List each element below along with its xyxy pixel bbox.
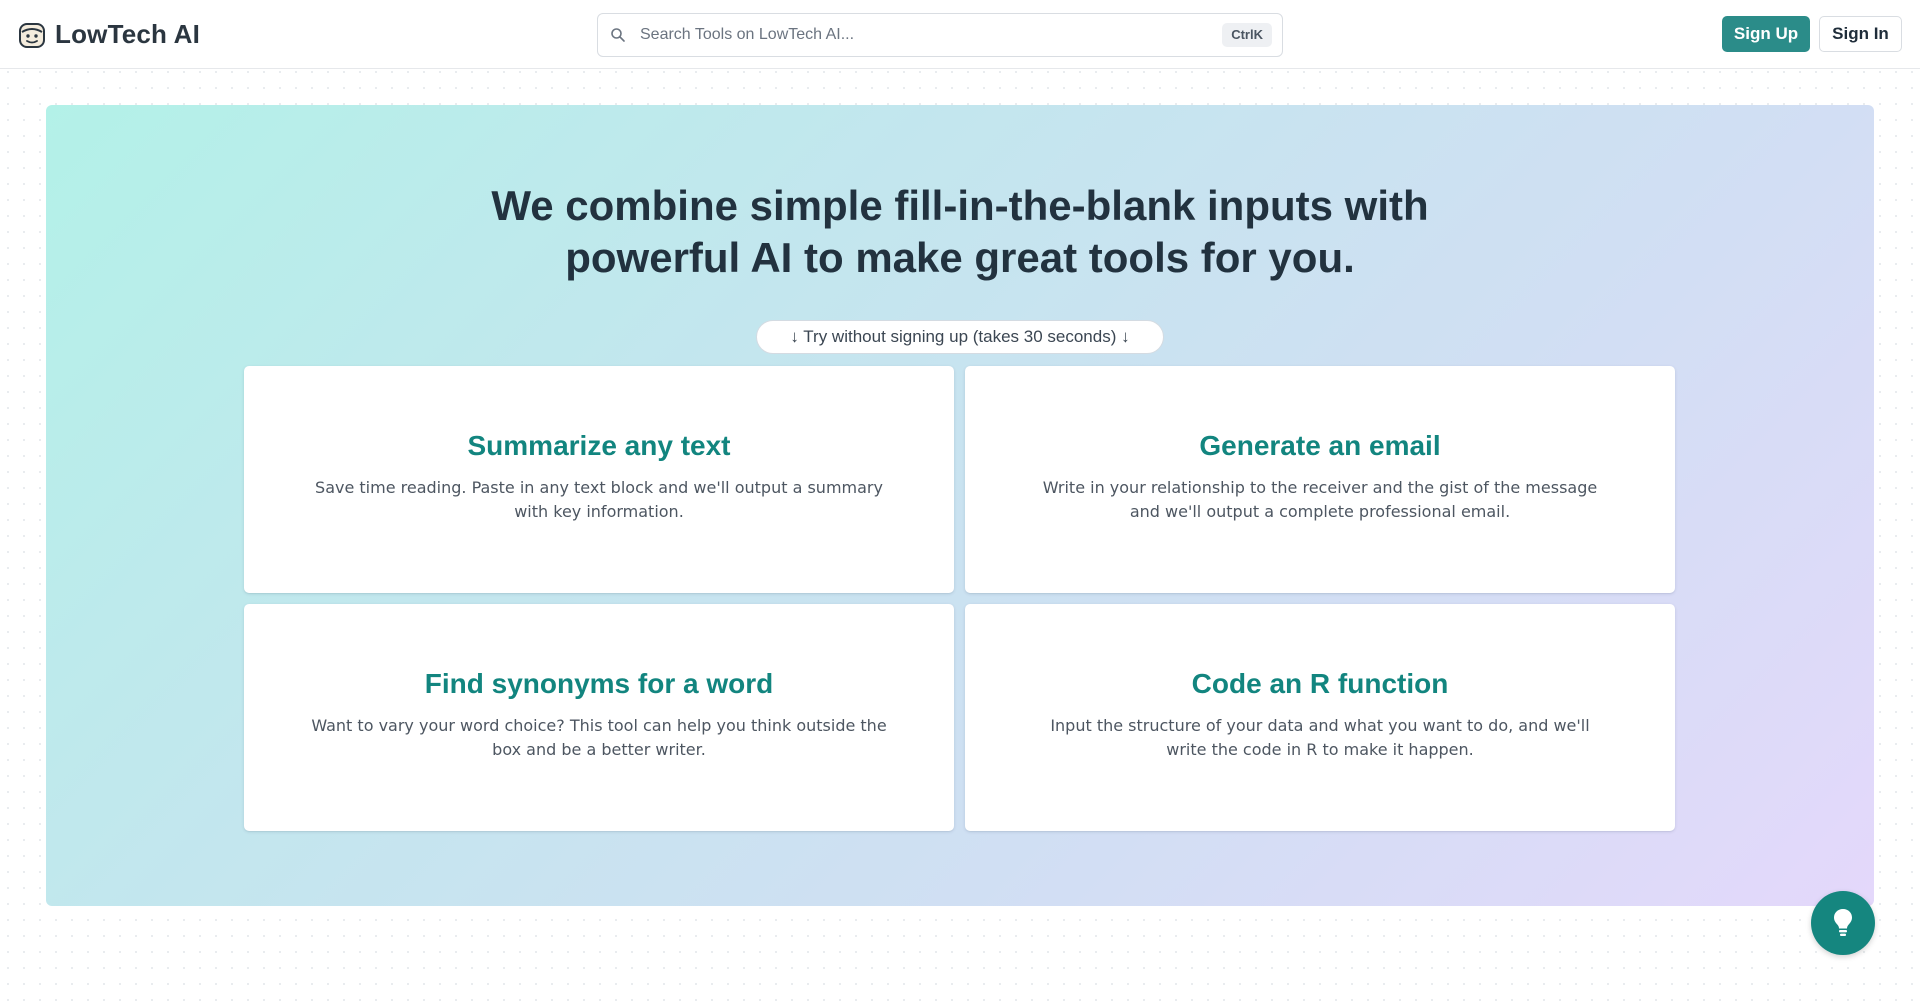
hero-title-line-2: powerful AI to make great tools for you. [565,234,1355,281]
tool-card-description: Input the structure of your data and wha… [1050,716,1590,759]
tool-card-description: Want to vary your word choice? This tool… [311,716,887,759]
brand-logo[interactable]: LowTech AI [18,19,200,50]
sign-up-button[interactable]: Sign Up [1722,16,1810,52]
tool-card-title: Code an R function [1191,668,1449,699]
search-input[interactable] [632,14,1192,56]
tool-card-title: Summarize any text [467,430,731,461]
tool-card-description: Save time reading. Paste in any text blo… [315,478,883,521]
brand-name: LowTech AI [55,19,200,49]
tool-card-r-function[interactable]: Code an R function Input the structure o… [965,604,1675,831]
hero-title: We combine simple fill-in-the-blank inpu… [46,180,1874,284]
feedback-button[interactable] [1811,891,1875,955]
top-header: LowTech AI CtrlK Sign Up Sign In [0,0,1920,69]
hero-section: We combine simple fill-in-the-blank inpu… [46,105,1874,906]
tool-card-title: Generate an email [1199,430,1441,461]
lightbulb-icon [1834,909,1852,936]
try-without-signup-link[interactable]: ↓ Try without signing up (takes 30 secon… [756,320,1164,354]
hero-title-line-1: We combine simple fill-in-the-blank inpu… [491,182,1429,229]
robot-face-icon [19,22,45,48]
tool-card-email[interactable]: Generate an email Write in your relation… [965,366,1675,593]
tool-card-description: Write in your relationship to the receiv… [1042,478,1598,521]
tool-card-synonyms[interactable]: Find synonyms for a word Want to vary yo… [244,604,954,831]
search-box[interactable]: CtrlK [597,13,1283,57]
search-shortcut-badge: CtrlK [1222,23,1272,47]
sign-in-button[interactable]: Sign In [1819,16,1902,52]
tool-card-title: Find synonyms for a word [424,668,774,699]
tool-card-summarize[interactable]: Summarize any text Save time reading. Pa… [244,366,954,593]
search-icon [611,28,625,42]
